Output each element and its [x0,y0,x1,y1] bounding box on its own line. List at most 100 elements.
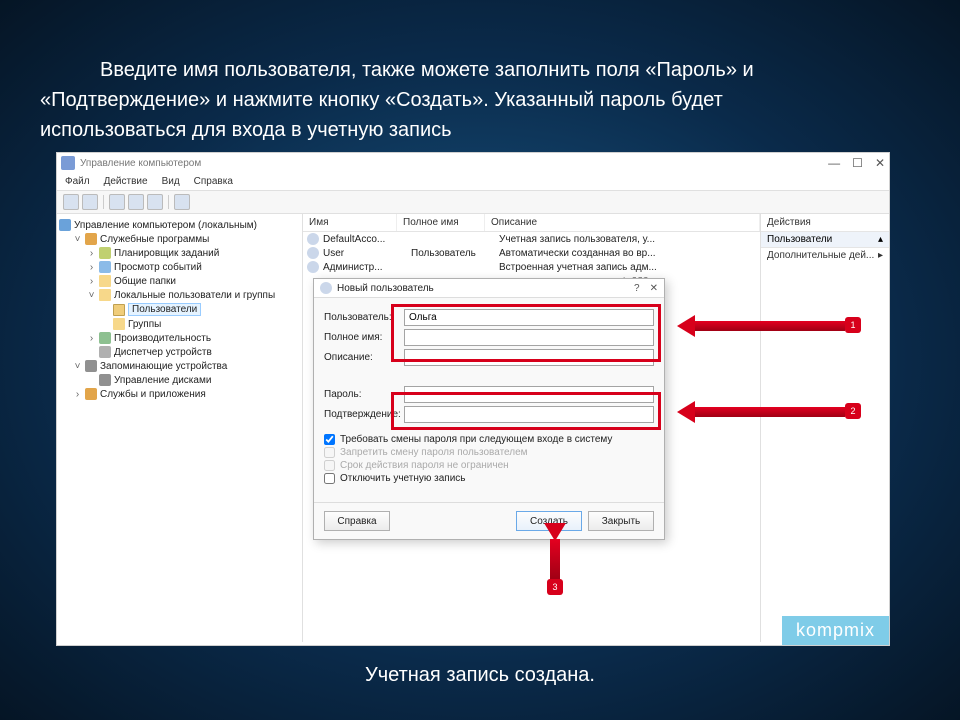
menu-file[interactable]: Файл [65,176,90,187]
toolbar-back-icon[interactable] [63,194,79,210]
storage-icon [85,360,97,372]
username-input[interactable] [404,309,654,326]
deny-change-label: Запретить смену пароля пользователем [340,447,528,458]
dialog-close-button[interactable]: ✕ [650,283,658,294]
user-row[interactable]: Администр... Встроенная учетная запись а… [303,260,760,274]
menu-action[interactable]: Действие [104,176,148,187]
tree-groups[interactable]: Группы [128,319,161,330]
expand-icon[interactable]: ˅ [73,234,82,245]
folder-icon [99,275,111,287]
password-label: Пароль: [324,389,404,400]
user-row[interactable]: DefaultAcco... Учетная запись пользовате… [303,232,760,246]
toolbar-forward-icon[interactable] [82,194,98,210]
maximize-button[interactable]: ☐ [852,156,863,170]
tree-tools[interactable]: Служебные программы [100,234,209,245]
expand-icon[interactable]: › [87,276,96,287]
fullname-label: Полное имя: [324,332,404,343]
computer-icon [59,219,71,231]
require-change-checkbox[interactable] [324,434,335,445]
new-user-dialog: Новый пользователь ? ✕ Пользователь: Пол… [313,278,665,540]
description-input[interactable] [404,349,654,366]
tree-root[interactable]: Управление компьютером (локальным) [74,220,257,231]
expand-icon[interactable]: › [87,333,96,344]
expand-icon[interactable]: › [87,248,96,259]
dialog-title: Новый пользователь [337,283,434,294]
list-pane: Имя Полное имя Описание DefaultAcco... У… [303,214,761,642]
folder-icon [113,318,125,330]
minimize-button[interactable]: — [828,156,840,170]
nav-tree[interactable]: Управление компьютером (локальным) ˅ Служ… [57,214,303,642]
window-title: Управление компьютером [80,158,201,169]
actions-more[interactable]: Дополнительные дей...▸ [761,248,889,263]
tree-diskmgmt[interactable]: Управление дисками [114,375,211,386]
confirm-input[interactable] [404,406,654,423]
disk-icon [99,374,111,386]
confirm-label: Подтверждение: [324,409,404,420]
actions-context[interactable]: Пользователи▴ [761,231,889,248]
toolbar-help-icon[interactable] [174,194,190,210]
app-icon [61,156,75,170]
tools-icon [85,233,97,245]
close-button[interactable]: ✕ [875,156,885,170]
disable-account-checkbox[interactable] [324,473,335,484]
titlebar[interactable]: Управление компьютером — ☐ ✕ [57,153,889,173]
perf-icon [99,332,111,344]
fullname-input[interactable] [404,329,654,346]
expand-icon[interactable]: › [73,389,82,400]
toolbar-export-icon[interactable] [128,194,144,210]
require-change-label: Требовать смены пароля при следующем вхо… [340,434,612,445]
actions-header: Действия [761,214,889,231]
cancel-button[interactable]: Закрыть [588,511,654,531]
actions-pane: Действия Пользователи▴ Дополнительные де… [761,214,889,642]
user-icon [320,282,332,294]
col-name[interactable]: Имя [303,214,397,231]
scheduler-icon [99,247,111,259]
dialog-titlebar[interactable]: Новый пользователь ? ✕ [314,279,664,298]
col-desc[interactable]: Описание [485,214,760,231]
password-input[interactable] [404,386,654,403]
tree-devmgr[interactable]: Диспетчер устройств [114,347,212,358]
services-icon [85,388,97,400]
tree-services[interactable]: Службы и приложения [100,389,206,400]
tree-storage[interactable]: Запоминающие устройства [100,361,227,372]
device-icon [99,346,111,358]
deny-change-checkbox [324,447,335,458]
disable-account-label: Отключить учетную запись [340,473,466,484]
toolbar [57,191,889,214]
menu-help[interactable]: Справка [194,176,233,187]
username-label: Пользователь: [324,312,404,323]
description-label: Описание: [324,352,404,363]
user-icon [307,247,319,259]
tree-events[interactable]: Просмотр событий [114,262,202,273]
no-expire-checkbox [324,460,335,471]
user-row[interactable]: User Пользователь Автоматически созданна… [303,246,760,260]
no-expire-label: Срок действия пароля не ограничен [340,460,509,471]
tree-shared[interactable]: Общие папки [114,276,176,287]
tree-scheduler[interactable]: Планировщик заданий [114,248,219,259]
col-fullname[interactable]: Полное имя [397,214,485,231]
tree-users[interactable]: Пользователи [128,303,201,316]
tree-perf[interactable]: Производительность [114,333,211,344]
folder-icon [99,289,111,301]
tree-localusers[interactable]: Локальные пользователи и группы [114,290,275,301]
menubar: Файл Действие Вид Справка [57,173,889,191]
events-icon [99,261,111,273]
list-header[interactable]: Имя Полное имя Описание [303,214,760,232]
expand-icon[interactable]: ˅ [87,290,96,301]
instruction-text: Введите имя пользователя, также можете з… [0,0,960,160]
chevron-right-icon: ▸ [878,250,883,261]
expand-icon[interactable]: › [87,262,96,273]
create-button[interactable]: Создать [516,511,582,531]
help-button[interactable]: Справка [324,511,390,531]
dialog-help-button[interactable]: ? [634,283,640,294]
outro-text: Учетная запись создана. [0,664,960,687]
menu-view[interactable]: Вид [162,176,180,187]
user-icon [307,233,319,245]
watermark: kompmix [782,616,889,645]
toolbar-prop-icon[interactable] [147,194,163,210]
folder-icon [113,304,125,316]
mmc-window: Управление компьютером — ☐ ✕ Файл Действ… [56,152,890,646]
expand-icon[interactable]: ˅ [73,361,82,372]
toolbar-refresh-icon[interactable] [109,194,125,210]
collapse-icon[interactable]: ▴ [878,234,883,245]
